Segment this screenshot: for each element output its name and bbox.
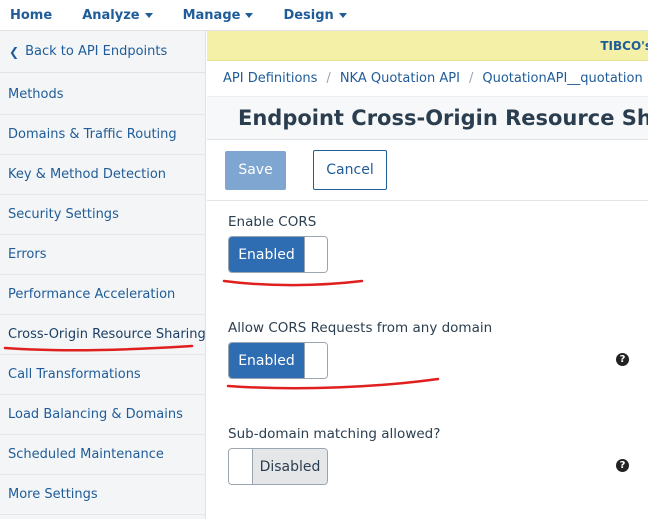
subdomain-matching-state: Disabled bbox=[253, 449, 327, 484]
subdomain-matching-label: Sub-domain matching allowed? bbox=[228, 426, 441, 442]
main-panel: TIBCO's API Definitions / NKA Quotation … bbox=[207, 31, 648, 519]
sidebar-item-call-transformations[interactable]: Call Transformations bbox=[0, 355, 205, 395]
toggle-knob bbox=[229, 449, 253, 484]
breadcrumb-api-definitions[interactable]: API Definitions bbox=[223, 71, 317, 86]
breadcrumb-nka-quotation-api[interactable]: NKA Quotation API bbox=[340, 71, 460, 86]
sidebar-item-key-method-detection[interactable]: Key & Method Detection bbox=[0, 155, 205, 195]
back-link-label: Back to API Endpoints bbox=[25, 44, 168, 59]
top-nav: Home Analyze Manage Design bbox=[0, 0, 648, 31]
sidebar-item-load-balancing[interactable]: Load Balancing & Domains bbox=[0, 395, 205, 435]
title-bar: Endpoint Cross-Origin Resource Sharing bbox=[207, 97, 648, 140]
allow-any-domain-label: Allow CORS Requests from any domain bbox=[228, 320, 493, 336]
sidebar-item-scheduled-maintenance[interactable]: Scheduled Maintenance bbox=[0, 435, 205, 475]
help-icon[interactable]: ? bbox=[616, 459, 629, 472]
notice-banner: TIBCO's bbox=[207, 31, 648, 61]
nav-design[interactable]: Design bbox=[283, 7, 347, 23]
breadcrumb-separator: / bbox=[326, 71, 331, 86]
back-to-endpoints-link[interactable]: ❮ Back to API Endpoints bbox=[0, 31, 205, 73]
page-title: Endpoint Cross-Origin Resource Sharing bbox=[238, 106, 648, 130]
sidebar-item-more-settings[interactable]: More Settings bbox=[0, 475, 205, 515]
nav-manage[interactable]: Manage bbox=[183, 8, 254, 23]
caret-down-icon bbox=[245, 12, 254, 18]
sidebar-item-domains-traffic-routing[interactable]: Domains & Traffic Routing bbox=[0, 115, 205, 155]
sidebar-item-errors[interactable]: Errors bbox=[0, 235, 205, 275]
nav-analyze[interactable]: Analyze bbox=[82, 7, 153, 23]
allow-any-domain-toggle[interactable]: Enabled bbox=[228, 342, 328, 379]
subdomain-matching-toggle[interactable]: Disabled bbox=[228, 448, 328, 485]
breadcrumb-separator: / bbox=[468, 71, 474, 86]
breadcrumb-quotation-endpoint[interactable]: QuotationAPI__quotation bbox=[482, 71, 642, 86]
allow-any-domain-state: Enabled bbox=[229, 343, 304, 378]
nav-manage-label: Manage bbox=[182, 7, 241, 23]
enable-cors-state: Enabled bbox=[229, 237, 304, 272]
sidebar-item-cors[interactable]: Cross-Origin Resource Sharing bbox=[0, 315, 206, 355]
nav-home[interactable]: Home bbox=[10, 8, 52, 23]
sidebar-item-methods[interactable]: Methods bbox=[0, 75, 205, 115]
banner-text: TIBCO's bbox=[600, 38, 648, 53]
nav-design-label: Design bbox=[283, 7, 334, 23]
sidebar: ❮ Back to API Endpoints Methods Domains … bbox=[0, 31, 206, 519]
sidebar-item-performance-acceleration[interactable]: Performance Acceleration bbox=[0, 275, 205, 315]
caret-down-icon bbox=[144, 12, 153, 18]
sidebar-item-security-settings[interactable]: Security Settings bbox=[0, 195, 205, 235]
cancel-button[interactable]: Cancel bbox=[313, 150, 387, 190]
chevron-left-icon: ❮ bbox=[9, 44, 20, 59]
enable-cors-toggle[interactable]: Enabled bbox=[228, 236, 328, 273]
help-icon[interactable]: ? bbox=[616, 353, 629, 366]
caret-down-icon bbox=[338, 12, 347, 18]
enable-cors-label: Enable CORS bbox=[228, 214, 317, 230]
nav-analyze-label: Analyze bbox=[82, 7, 140, 23]
action-bar: Save Cancel bbox=[207, 140, 648, 201]
save-button[interactable]: Save bbox=[225, 150, 286, 190]
toggle-knob bbox=[304, 343, 327, 378]
toggle-knob bbox=[304, 237, 327, 272]
breadcrumb: API Definitions / NKA Quotation API / Qu… bbox=[207, 61, 648, 97]
